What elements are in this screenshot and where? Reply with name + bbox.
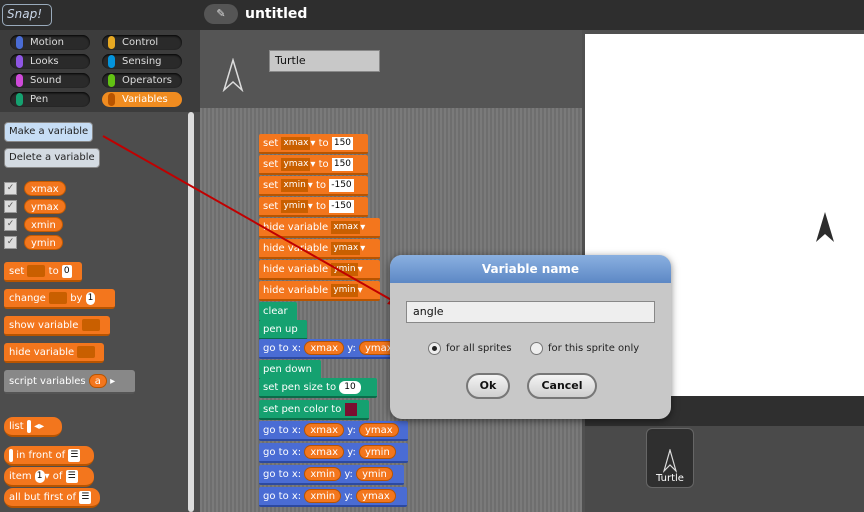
radio-unselected-icon[interactable]	[530, 342, 543, 355]
ok-button[interactable]: Ok	[466, 373, 510, 399]
radio-selected-icon[interactable]	[428, 342, 441, 355]
radio-for-this-sprite-only[interactable]: for this sprite only	[530, 342, 639, 356]
radio-for-all-sprites[interactable]: for all sprites	[428, 342, 512, 356]
snap-window: Snap! ✎ untitled Motion Control Looks Se…	[0, 0, 864, 512]
cancel-button[interactable]: Cancel	[527, 373, 597, 399]
dialog-title[interactable]: Variable name	[390, 255, 671, 283]
radio-label: for all sprites	[446, 343, 512, 354]
variable-name-dialog: Variable name angle for all sprites for …	[390, 255, 671, 419]
radio-label: for this sprite only	[548, 343, 640, 354]
variable-name-input[interactable]: angle	[406, 301, 655, 323]
